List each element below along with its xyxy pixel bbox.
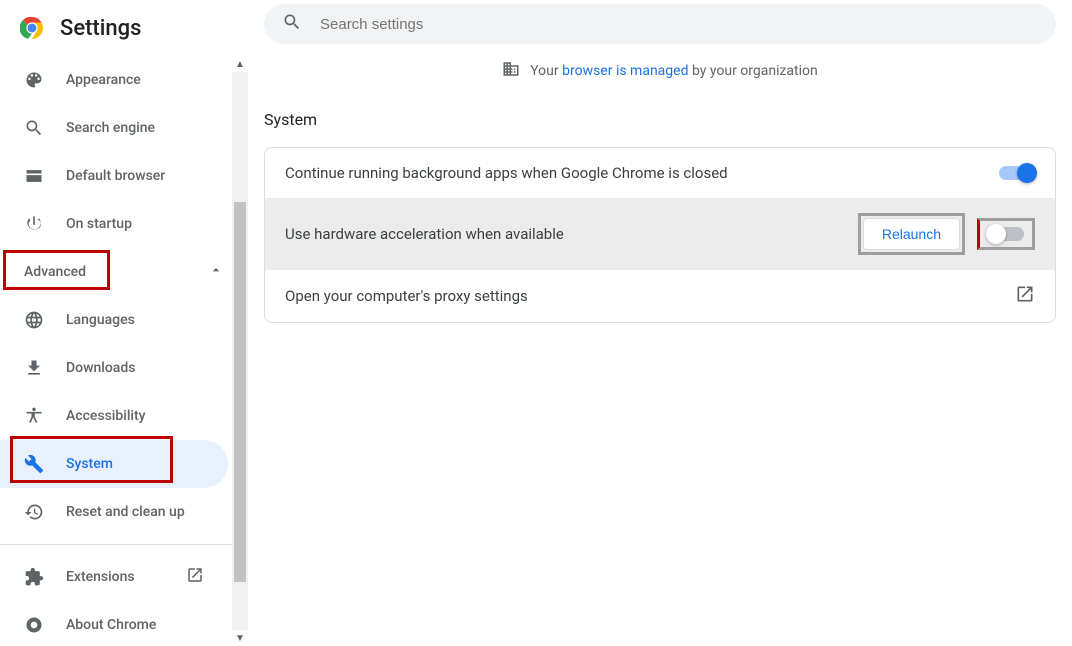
row-hardware-acceleration: Use hardware acceleration when available… (265, 198, 1055, 269)
open-external-icon (1015, 284, 1035, 308)
sidebar-item-languages[interactable]: Languages (0, 296, 228, 344)
sidebar-item-extensions[interactable]: Extensions (0, 553, 228, 601)
globe-icon (24, 310, 44, 330)
sidebar-item-appearance[interactable]: Appearance (0, 56, 228, 104)
sidebar-item-label: Search engine (66, 120, 155, 136)
section-title: System (264, 110, 1056, 129)
sidebar-scrollbar[interactable]: ▲ ▼ (232, 56, 248, 646)
sidebar-item-about-chrome[interactable]: About Chrome (0, 601, 228, 646)
managed-suffix: by your organization (688, 63, 817, 79)
advanced-label: Advanced (24, 264, 86, 280)
sidebar-item-reset[interactable]: Reset and clean up (0, 488, 228, 536)
search-bar[interactable] (264, 4, 1056, 44)
sidebar-item-label: Reset and clean up (66, 504, 185, 520)
extension-icon (24, 567, 44, 587)
sidebar-item-default-browser[interactable]: Default browser (0, 152, 228, 200)
chrome-logo-icon (20, 16, 44, 40)
sidebar-item-search-engine[interactable]: Search engine (0, 104, 228, 152)
restore-icon (24, 502, 44, 522)
download-icon (24, 358, 44, 378)
toggle-background-apps[interactable] (999, 166, 1035, 180)
wrench-icon (24, 454, 44, 474)
nav-list-footer: Extensions About Chrome (0, 553, 248, 646)
sidebar-item-label: Extensions (66, 569, 135, 585)
highlight-toggle-hw (977, 218, 1035, 250)
sidebar-item-label: About Chrome (66, 617, 156, 633)
sidebar-divider (0, 544, 248, 545)
nav-list-basic: Appearance Search engine Default browser (0, 56, 248, 248)
sidebar-item-label: Appearance (66, 72, 141, 88)
sidebar-item-downloads[interactable]: Downloads (0, 344, 228, 392)
business-icon (502, 60, 520, 82)
sidebar-scroll: Appearance Search engine Default browser (0, 56, 248, 646)
chrome-icon (24, 615, 44, 635)
search-icon (24, 118, 44, 138)
relaunch-button[interactable]: Relaunch (863, 218, 960, 250)
row-background-apps: Continue running background apps when Go… (265, 148, 1055, 198)
accessibility-icon (24, 406, 44, 426)
sidebar-item-label: Languages (66, 312, 135, 328)
nav-list-advanced: Languages Downloads Accessibility (0, 296, 248, 536)
search-icon (282, 12, 302, 36)
toggle-hardware-acceleration[interactable] (988, 227, 1024, 241)
row-proxy-settings[interactable]: Open your computer's proxy settings (265, 269, 1055, 322)
sidebar-item-on-startup[interactable]: On startup (0, 200, 228, 248)
sidebar: Settings Appearance Search engine (0, 0, 248, 646)
search-input[interactable] (320, 16, 1038, 33)
power-icon (24, 214, 44, 234)
main-content: Your browser is managed by your organiza… (248, 0, 1072, 646)
settings-card: Continue running background apps when Go… (264, 147, 1056, 323)
scrollbar-thumb[interactable] (234, 202, 246, 582)
managed-link[interactable]: browser is managed (562, 63, 688, 79)
sidebar-item-label: Downloads (66, 360, 135, 376)
managed-text: Your browser is managed by your organiza… (530, 63, 818, 79)
sidebar-item-label: Default browser (66, 168, 165, 184)
managed-prefix: Your (530, 63, 562, 79)
sidebar-header: Settings (0, 0, 248, 56)
sidebar-item-system[interactable]: System (0, 440, 228, 488)
sidebar-item-label: Accessibility (66, 408, 145, 424)
scroll-up-arrow-icon[interactable]: ▲ (232, 56, 248, 72)
chevron-up-icon (208, 262, 224, 282)
row-label: Open your computer's proxy settings (285, 287, 1015, 305)
page-title: Settings (60, 16, 141, 41)
open-external-icon (186, 566, 204, 588)
managed-notice: Your browser is managed by your organiza… (264, 60, 1056, 82)
scroll-down-arrow-icon[interactable]: ▼ (232, 630, 248, 646)
sidebar-advanced-toggle[interactable]: Advanced (0, 248, 248, 296)
palette-icon (24, 70, 44, 90)
row-label: Continue running background apps when Go… (285, 164, 999, 182)
row-label: Use hardware acceleration when available (285, 225, 858, 243)
sidebar-item-label: On startup (66, 216, 132, 232)
scrollbar-track[interactable] (232, 72, 248, 630)
sidebar-item-label: System (66, 456, 113, 472)
browser-icon (24, 166, 44, 186)
sidebar-item-accessibility[interactable]: Accessibility (0, 392, 228, 440)
highlight-relaunch: Relaunch (858, 213, 965, 255)
